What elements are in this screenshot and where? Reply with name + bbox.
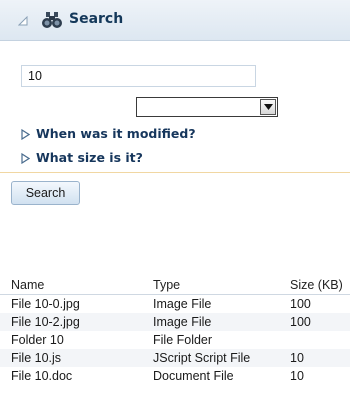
cell-size: 10: [290, 369, 304, 383]
column-header-type[interactable]: Type: [153, 278, 180, 292]
section-label[interactable]: What size is it?: [36, 150, 143, 165]
cell-name: Folder 10: [11, 333, 64, 347]
cell-name: File 10.js: [11, 351, 62, 365]
cell-size: 100: [290, 315, 311, 329]
cell-name: File 10.doc: [11, 369, 73, 383]
panel-title: Search: [69, 11, 124, 27]
table-row[interactable]: File 10-2.jpg Image File 100: [0, 313, 350, 331]
divider: [0, 172, 350, 173]
search-button[interactable]: Search: [11, 181, 80, 205]
cell-name: File 10-0.jpg: [11, 297, 80, 311]
disclosure-triangle-icon: [21, 153, 30, 164]
column-header-size[interactable]: Size (KB): [290, 278, 343, 292]
table-row[interactable]: File 10-0.jpg Image File 100: [0, 295, 350, 313]
table-row[interactable]: Folder 10 File Folder: [0, 331, 350, 349]
results-table: Name Type Size (KB) File 10-0.jpg Image …: [0, 275, 350, 385]
binoculars-icon: [42, 12, 62, 28]
filter-select[interactable]: [136, 97, 278, 117]
cell-type: Document File: [153, 369, 234, 383]
table-header: Name Type Size (KB): [0, 275, 350, 295]
cell-size: 100: [290, 297, 311, 311]
cell-type: Image File: [153, 315, 212, 329]
search-panel-header[interactable]: Search: [0, 0, 350, 41]
disclosure-triangle-icon: [21, 129, 30, 140]
cell-type: Image File: [153, 297, 212, 311]
table-row[interactable]: File 10.js JScript Script File 10: [0, 349, 350, 367]
dropdown-arrow-icon: [264, 104, 273, 110]
cell-name: File 10-2.jpg: [11, 315, 80, 329]
cell-type: File Folder: [153, 333, 213, 347]
section-label[interactable]: When was it modified?: [36, 126, 196, 141]
column-header-name[interactable]: Name: [11, 278, 44, 292]
dropdown-button[interactable]: [260, 99, 276, 115]
search-input[interactable]: 10: [21, 65, 256, 87]
table-row[interactable]: File 10.doc Document File 10: [0, 367, 350, 385]
cell-type: JScript Script File: [153, 351, 251, 365]
cell-size: 10: [290, 351, 304, 365]
collapse-triangle-icon[interactable]: [18, 16, 28, 26]
